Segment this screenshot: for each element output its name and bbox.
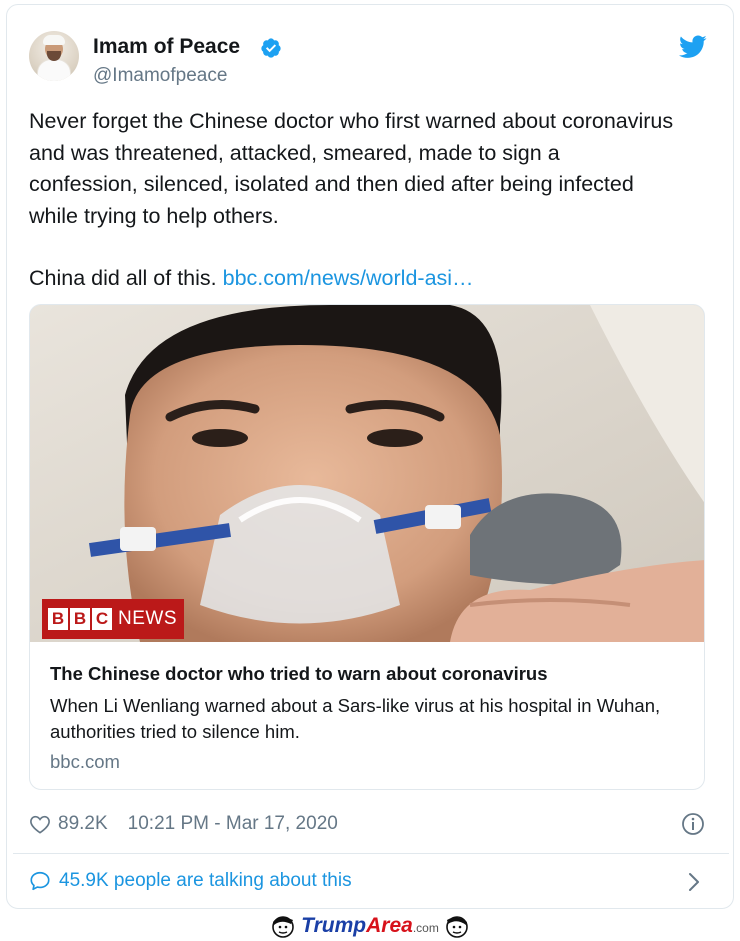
link-preview-card[interactable]: B B C NEWS The Chinese doctor who tried … [29,304,705,790]
divider [13,853,729,854]
tweet-line: while trying to help others. [29,203,279,228]
user-handle[interactable]: @Imamofpeace [93,65,227,87]
tweet-second-paragraph: China did all of this. [29,266,217,290]
twitter-bird-icon[interactable] [679,35,707,59]
bbc-news-label: NEWS [118,608,177,629]
verified-badge-icon [261,38,281,58]
chevron-right-icon[interactable] [687,871,701,893]
card-title[interactable]: The Chinese doctor who tried to warn abo… [50,663,548,685]
info-icon[interactable] [681,812,705,836]
watermark-area: Area [366,914,413,937]
tweet-line: Never forget the Chinese doctor who firs… [29,109,674,133]
card-image[interactable]: B B C NEWS [30,305,704,642]
tweet-line: and was threatened, attacked, smeared, m… [29,140,560,165]
bbc-letter: C [92,608,112,630]
speech-bubble-icon [30,871,50,891]
tweet-meta-row: 89.2K 10:21 PM - Mar 17, 2020 [29,813,338,835]
user-display-name[interactable]: Imam of Peace [93,35,240,59]
avatar[interactable] [29,31,79,81]
heart-icon[interactable] [29,814,51,834]
caricature-left-icon [272,916,294,938]
card-description: When Li Wenliang warned about a Sars-lik… [50,695,661,742]
site-watermark: TrumpArea.com [258,911,482,941]
conversation-link[interactable]: 45.9K people are talking about this [29,870,352,892]
tweet-line: confession, silenced, isolated and then … [29,172,634,196]
tweet-card: Imam of Peace @Imamofpeace Never forget … [6,4,734,909]
bbc-letter: B [70,608,90,630]
tweet-text: Never forget the Chinese doctor who firs… [29,106,719,295]
bbc-letter: B [48,608,68,630]
tweet-link[interactable]: bbc.com/news/world-asi… [223,266,474,290]
caricature-right-icon [446,916,468,938]
bbc-news-badge: B B C NEWS [42,599,184,639]
card-domain: bbc.com [50,751,120,772]
watermark-trump: Trump [301,914,367,937]
conversation-count-text: 45.9K people are talking about this [59,870,352,891]
like-count[interactable]: 89.2K [58,813,108,835]
watermark-com: .com [412,921,439,935]
tweet-timestamp[interactable]: 10:21 PM - Mar 17, 2020 [128,813,338,835]
